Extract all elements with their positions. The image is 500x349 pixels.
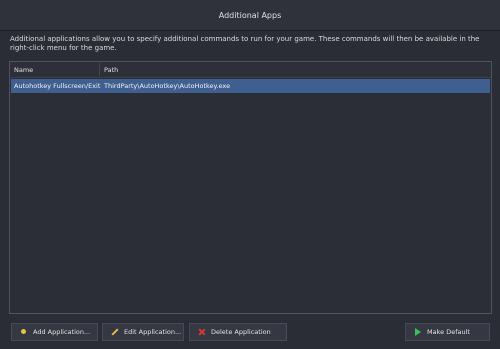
column-divider[interactable] bbox=[99, 63, 100, 76]
delete-application-label: Delete Application bbox=[211, 328, 271, 336]
add-application-button[interactable]: Add Application... bbox=[11, 323, 98, 341]
add-application-label: Add Application... bbox=[33, 328, 91, 336]
column-header-path[interactable]: Path bbox=[104, 66, 118, 74]
table-row[interactable]: Autohotkey Fullscreen/Exit ThirdParty\Au… bbox=[11, 79, 490, 93]
row-path-cell: ThirdParty\AutoHotkey\AutoHotkey.exe bbox=[104, 82, 231, 90]
plus-icon bbox=[20, 328, 28, 336]
make-default-label: Make Default bbox=[427, 328, 470, 336]
edit-application-button[interactable]: Edit Application... bbox=[102, 323, 184, 341]
row-name-cell: Autohotkey Fullscreen/Exit bbox=[14, 82, 101, 90]
flag-icon bbox=[414, 328, 422, 336]
edit-application-label: Edit Application... bbox=[124, 328, 182, 336]
column-header-name[interactable]: Name bbox=[14, 66, 33, 74]
delete-application-button[interactable]: Delete Application bbox=[189, 323, 287, 341]
pencil-icon bbox=[111, 328, 119, 336]
window-title-bar: Additional Apps bbox=[0, 0, 500, 31]
description-text: Additional applications allow you to spe… bbox=[10, 35, 480, 52]
apps-table[interactable]: Name Path Autohotkey Fullscreen/Exit Thi… bbox=[9, 61, 492, 314]
make-default-button[interactable]: Make Default bbox=[405, 323, 490, 341]
window-title: Additional Apps bbox=[218, 10, 282, 20]
table-header: Name Path bbox=[10, 62, 491, 78]
delete-icon bbox=[198, 328, 206, 336]
